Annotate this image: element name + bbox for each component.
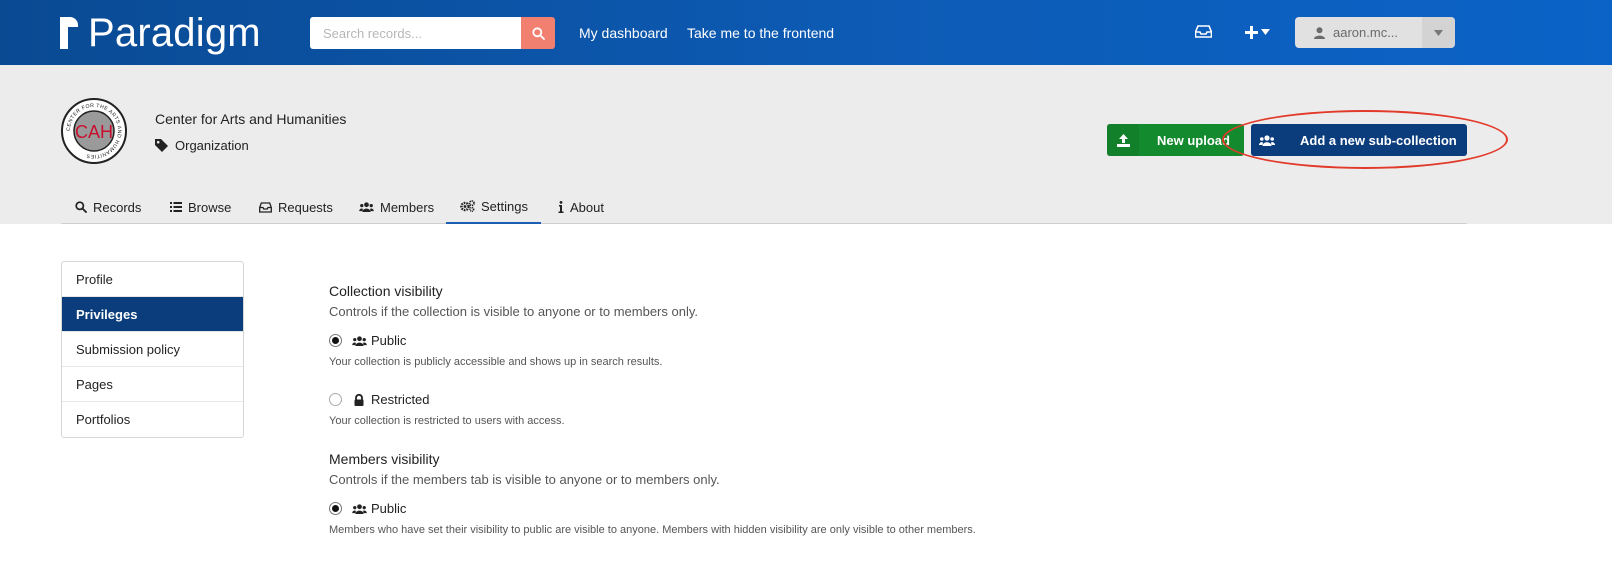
svg-text:CAH: CAH bbox=[75, 122, 113, 142]
members-visibility-title: Members visibility bbox=[329, 451, 440, 467]
settings-menu: Profile Privileges Submission policy Pag… bbox=[61, 261, 244, 438]
caret-down-icon bbox=[1434, 29, 1443, 36]
tab-records[interactable]: Records bbox=[75, 190, 141, 224]
organization-type: Organization bbox=[155, 138, 249, 153]
user-menu-button[interactable]: aaron.mc... bbox=[1295, 17, 1422, 48]
tab-browse[interactable]: Browse bbox=[170, 190, 231, 224]
collection-visibility-title: Collection visibility bbox=[329, 283, 443, 299]
radio-button[interactable] bbox=[329, 502, 342, 515]
inbox-icon bbox=[259, 201, 272, 213]
tab-label: Members bbox=[380, 199, 435, 215]
tab-label: Browse bbox=[188, 199, 232, 215]
search-button[interactable] bbox=[521, 17, 555, 49]
option-label: Public bbox=[371, 501, 407, 516]
collection-visibility-restricted-option[interactable]: Restricted bbox=[329, 392, 1229, 407]
users-icon bbox=[359, 202, 374, 212]
option-help-text: Your collection is restricted to users w… bbox=[329, 415, 565, 427]
add-sub-collection-label: Add a new sub-collection bbox=[1300, 132, 1457, 148]
search-bar bbox=[310, 17, 555, 49]
users-icon bbox=[1251, 124, 1283, 156]
frontend-link[interactable]: Take me to the frontend bbox=[687, 25, 834, 41]
username: aaron.mc... bbox=[1333, 25, 1399, 40]
radio-button[interactable] bbox=[329, 393, 342, 406]
upload-icon bbox=[1107, 124, 1139, 156]
my-dashboard-link[interactable]: My dashboard bbox=[579, 25, 668, 41]
search-icon bbox=[531, 26, 545, 40]
app-logo[interactable]: Paradigm bbox=[60, 12, 261, 54]
lock-icon bbox=[354, 393, 364, 406]
users-icon bbox=[352, 503, 367, 514]
members-visibility-public-option[interactable]: Public bbox=[329, 501, 1229, 516]
menu-item-profile[interactable]: Profile bbox=[62, 262, 243, 297]
menu-item-pages[interactable]: Pages bbox=[62, 367, 243, 402]
option-help-text: Members who have set their visibility to… bbox=[329, 524, 976, 536]
members-visibility-description: Controls if the members tab is visible t… bbox=[329, 472, 720, 487]
users-icon bbox=[352, 335, 367, 346]
collection-visibility-public-option[interactable]: Public bbox=[329, 333, 1229, 348]
caret-down-icon bbox=[1261, 29, 1270, 35]
inbox-button[interactable] bbox=[1194, 24, 1213, 40]
user-menu[interactable]: aaron.mc... bbox=[1295, 17, 1455, 48]
info-icon bbox=[558, 201, 564, 213]
user-icon bbox=[1314, 26, 1325, 39]
add-sub-collection-button[interactable]: Add a new sub-collection bbox=[1251, 124, 1467, 156]
collection-tabs: Records Browse Requests Members Settings… bbox=[61, 190, 1467, 224]
tag-icon bbox=[155, 139, 168, 152]
app-name: Paradigm bbox=[88, 11, 261, 55]
tab-label: Requests bbox=[278, 199, 333, 215]
list-icon bbox=[170, 202, 182, 212]
new-upload-button[interactable]: New upload bbox=[1107, 124, 1244, 156]
search-input[interactable] bbox=[310, 17, 521, 49]
user-menu-toggle[interactable] bbox=[1422, 17, 1455, 48]
menu-item-portfolios[interactable]: Portfolios bbox=[62, 402, 243, 437]
tab-requests[interactable]: Requests bbox=[259, 190, 333, 224]
gears-icon bbox=[460, 200, 475, 212]
radio-button[interactable] bbox=[329, 334, 342, 347]
option-label: Public bbox=[371, 333, 407, 348]
organization-logo: CENTER FOR THE ARTS AND HUMANITIES CAH bbox=[61, 98, 127, 164]
search-icon bbox=[75, 201, 87, 213]
menu-item-privileges[interactable]: Privileges bbox=[62, 297, 243, 332]
plus-icon bbox=[1245, 25, 1258, 39]
privileges-panel: Collection visibility Controls if the co… bbox=[329, 283, 1229, 536]
option-help-text: Your collection is publicly accessible a… bbox=[329, 356, 663, 368]
logo-mark-icon bbox=[60, 17, 78, 49]
menu-item-submission-policy[interactable]: Submission policy bbox=[62, 332, 243, 367]
tab-settings[interactable]: Settings bbox=[446, 190, 541, 224]
collection-visibility-description: Controls if the collection is visible to… bbox=[329, 304, 698, 319]
tab-members[interactable]: Members bbox=[359, 190, 434, 224]
organization-name: Center for Arts and Humanities bbox=[155, 111, 347, 127]
tab-label: Records bbox=[93, 199, 142, 215]
inbox-icon bbox=[1194, 25, 1213, 38]
option-label: Restricted bbox=[371, 392, 430, 407]
tab-label: About bbox=[570, 199, 604, 215]
tab-about[interactable]: About bbox=[558, 190, 604, 224]
new-upload-label: New upload bbox=[1157, 132, 1230, 148]
tab-label: Settings bbox=[481, 198, 528, 214]
top-navbar: Paradigm My dashboard Take me to the fro… bbox=[0, 0, 1612, 65]
organization-type-label: Organization bbox=[175, 138, 249, 153]
create-menu-button[interactable] bbox=[1245, 22, 1273, 42]
